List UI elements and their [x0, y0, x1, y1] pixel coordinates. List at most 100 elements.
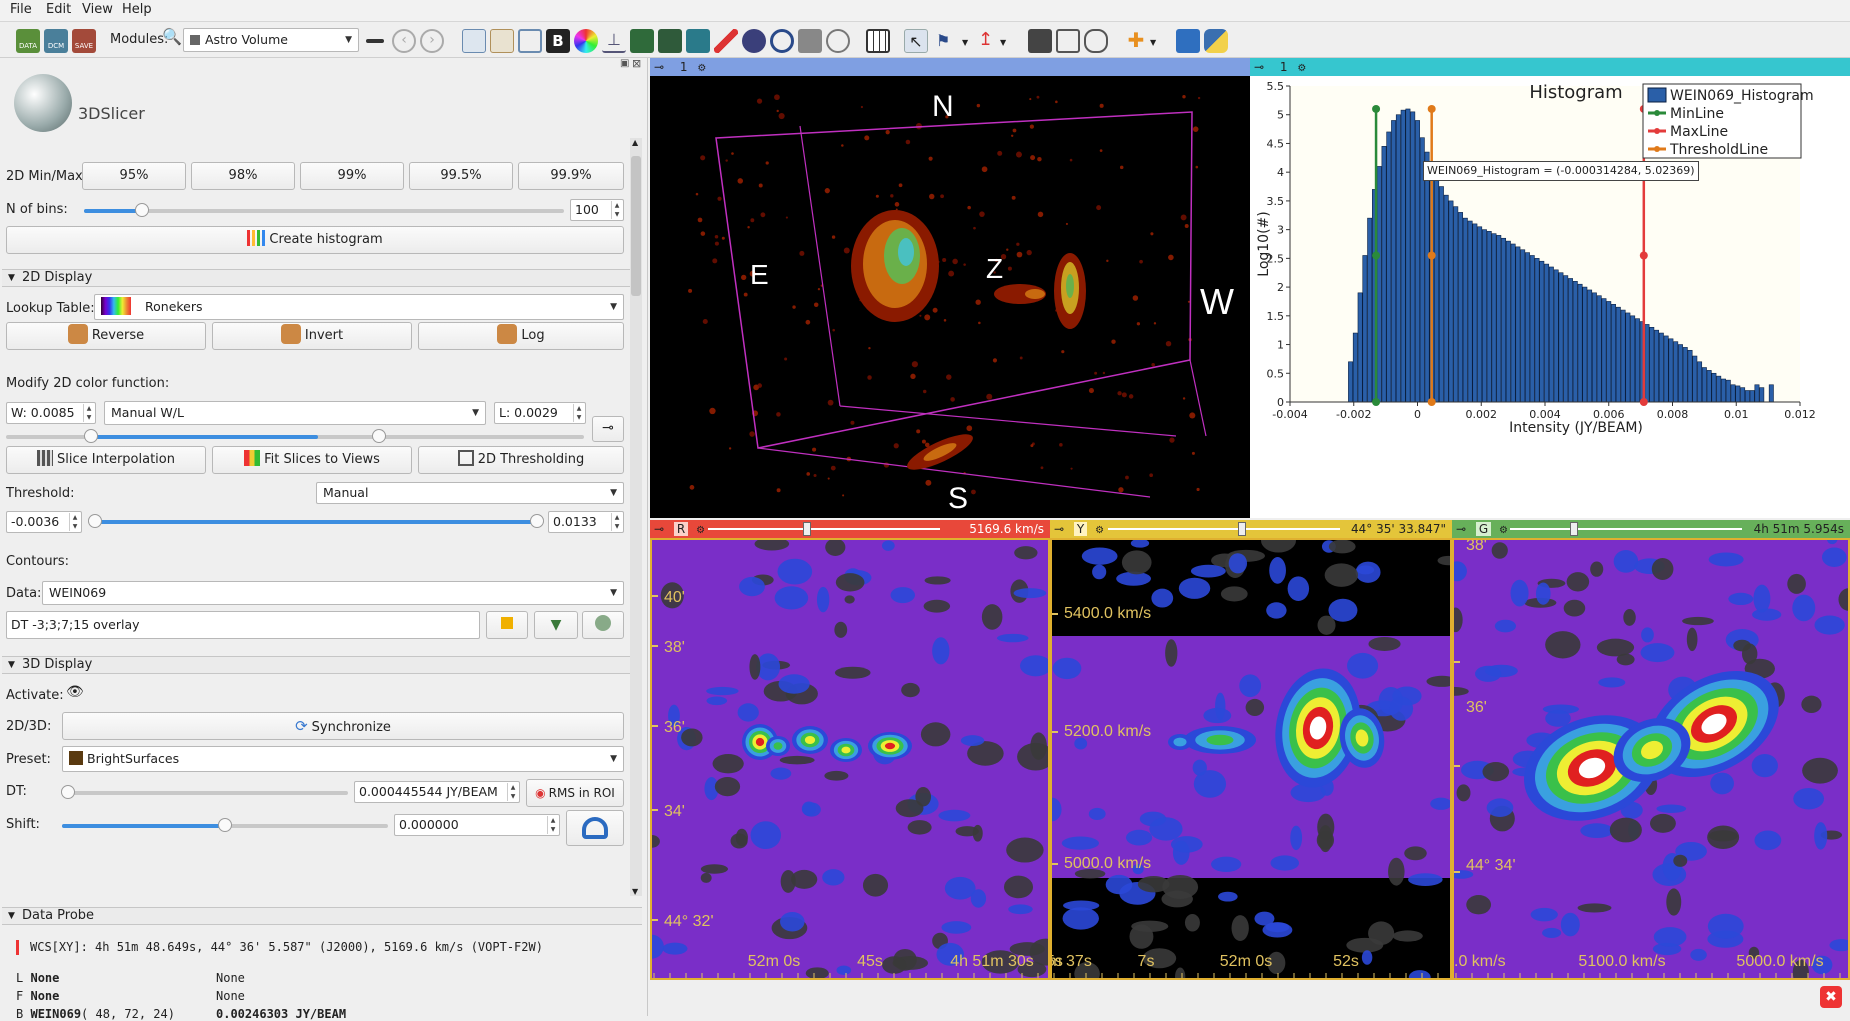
- chart-tab[interactable]: 1: [1280, 60, 1288, 74]
- plot-module-icon[interactable]: ⊥: [602, 29, 626, 53]
- contour-color-button[interactable]: [486, 611, 528, 639]
- slice-yellow-slider[interactable]: [1108, 522, 1340, 536]
- lens-icon[interactable]: [826, 29, 850, 53]
- layout-icon[interactable]: [866, 29, 890, 53]
- view-3d[interactable]: ⊸ 1 ⚙ N S E W Z: [650, 58, 1250, 518]
- module-selector[interactable]: Astro Volume ▼: [183, 28, 359, 52]
- contour-apply-button[interactable]: ▼: [534, 611, 578, 639]
- slice-yellow-image[interactable]: 5400.0 km/s 5200.0 km/s 5000.0 km/s 7s 52m 0…: [1050, 538, 1452, 980]
- threshold-mode-selector[interactable]: Manual ▼: [316, 482, 624, 504]
- camera-icon[interactable]: [1056, 29, 1080, 53]
- slice-red-image[interactable]: 40' 38' 36' 34' 44° 32' 52m 0s 45s 4h 51m 30s: [650, 538, 1050, 980]
- minmax-995-button[interactable]: 99.5%: [409, 162, 513, 190]
- load-data-button[interactable]: DATA: [16, 29, 40, 53]
- menu-file[interactable]: File: [10, 2, 32, 17]
- threshold-range-slider[interactable]: [88, 514, 544, 528]
- minmax-95-button[interactable]: 95%: [82, 162, 186, 190]
- view-options-icon[interactable]: ⚙: [1297, 63, 1306, 74]
- slice-interpolation-button[interactable]: Slice Interpolation: [6, 446, 206, 474]
- pin-icon[interactable]: ⊸: [1254, 60, 1264, 74]
- histogram-chart[interactable]: -0.004 -0.002 0 0.002 0.004 0.006 0.008 0.01 0.0…: [1250, 76, 1850, 518]
- crosshair-place-icon[interactable]: ⚑: [936, 29, 960, 53]
- slice-view-red[interactable]: ⊸ R ⚙ 5169.6 km/s 40' 38' 36' 34' 44° 32' 52m…: [650, 520, 1050, 980]
- markup-arrow-icon[interactable]: ↥: [978, 29, 1002, 53]
- section-data-probe[interactable]: ▼ Data Probe: [2, 907, 642, 925]
- threshold-max-spinbox[interactable]: 0.0133 ▲ ▼: [548, 511, 624, 533]
- contour-levels-field[interactable]: DT -3;3;7;15 overlay: [6, 611, 480, 639]
- dt-spinbox[interactable]: 0.000445544 JY/BEAM ▲ ▼: [354, 781, 520, 803]
- b-module-icon[interactable]: B: [546, 29, 570, 53]
- view-options-icon[interactable]: ⚙: [1095, 525, 1104, 536]
- synchronize-button[interactable]: ⟳ Synchronize: [62, 712, 624, 740]
- pin-icon[interactable]: ⊸: [654, 60, 664, 74]
- menu-view[interactable]: View: [82, 2, 113, 17]
- wl-mode-selector[interactable]: Manual W/L ▼: [104, 401, 486, 425]
- scroll-up-icon[interactable]: ▲: [632, 138, 638, 147]
- bins-slider[interactable]: [84, 203, 564, 217]
- pointer-icon[interactable]: ↖: [904, 29, 928, 53]
- module-history-icon[interactable]: [366, 39, 384, 43]
- cube-module-icon-2[interactable]: [658, 29, 682, 53]
- python-console-icon[interactable]: [1204, 29, 1228, 53]
- chart-view[interactable]: ⊸ 1 ⚙ -0.004 -0.002 0 0.002 0.004 0.006 0.008 0…: [1250, 58, 1850, 518]
- screenshot-icon[interactable]: [1028, 29, 1052, 53]
- threshold-min-spinbox[interactable]: -0.0036 ▲ ▼: [6, 511, 82, 533]
- dt-slider-handle[interactable]: [60, 785, 75, 799]
- menu-edit[interactable]: Edit: [46, 2, 71, 17]
- search-icon[interactable]: 🔍: [162, 27, 182, 46]
- reverse-button[interactable]: Reverse: [6, 322, 206, 350]
- shift-slider-handle[interactable]: [218, 818, 232, 832]
- data-module-icon[interactable]: [462, 29, 486, 53]
- crosshair-icon[interactable]: ✚: [1124, 29, 1148, 53]
- 2d-thresholding-button[interactable]: 2D Thresholding: [418, 446, 624, 474]
- reset-shift-button[interactable]: [566, 810, 624, 846]
- slice-green-image[interactable]: 38' 36' 44° 34' 5200.0 km/s 5100.0 km/s 5000.…: [1452, 538, 1850, 980]
- dt-slider[interactable]: [60, 785, 348, 799]
- minmax-999-button[interactable]: 99.9%: [518, 162, 624, 190]
- slice-red-slider[interactable]: [708, 522, 940, 536]
- fit-slices-button[interactable]: Fit Slices to Views: [212, 446, 412, 474]
- slice-red-handle[interactable]: [803, 522, 812, 536]
- chevron-down-icon[interactable]: ▼: [1000, 38, 1006, 47]
- create-histogram-button[interactable]: Create histogram: [6, 226, 624, 254]
- pin-icon[interactable]: ⊸: [1054, 522, 1064, 536]
- eye-icon[interactable]: 👁: [66, 684, 84, 700]
- extension-manager-icon[interactable]: [1176, 29, 1200, 53]
- cube-module-icon-1[interactable]: [630, 29, 654, 53]
- contour-clear-button[interactable]: [582, 611, 624, 639]
- invert-button[interactable]: Invert: [212, 322, 412, 350]
- view-options-icon[interactable]: ⚙: [696, 525, 705, 536]
- scrollbar-thumb[interactable]: [631, 156, 641, 296]
- menu-help[interactable]: Help: [122, 2, 152, 17]
- slice-yellow-handle[interactable]: [1237, 522, 1246, 536]
- cube-module-icon-3[interactable]: [686, 29, 710, 53]
- crop-module-icon[interactable]: [518, 29, 542, 53]
- close-panel-icon[interactable]: ⊠: [632, 57, 641, 70]
- rms-in-roi-button[interactable]: ◉ RMS in ROI: [526, 779, 624, 807]
- bins-slider-handle[interactable]: [134, 203, 149, 217]
- magnifier-icon[interactable]: [770, 29, 794, 53]
- section-3d-display[interactable]: ▼ 3D Display: [2, 656, 630, 674]
- window-level-slider[interactable]: [6, 429, 584, 443]
- log-button[interactable]: Log: [418, 322, 624, 350]
- slice-view-green[interactable]: ⊸ G ⚙ 4h 51m 5.954s 38' 36' 44° 34' 5200.0 …: [1452, 520, 1850, 980]
- view-3d-tab[interactable]: 1: [680, 60, 688, 74]
- minmax-99-button[interactable]: 99%: [300, 162, 404, 190]
- preset-selector[interactable]: BrightSurfaces ▼: [62, 746, 624, 772]
- pin-icon[interactable]: ⊸: [654, 522, 664, 536]
- bins-spinbox[interactable]: 100 ▲ ▼: [570, 199, 624, 221]
- pin-icon[interactable]: ⊸: [1456, 522, 1466, 536]
- gear-icon[interactable]: [798, 29, 822, 53]
- scrollbar[interactable]: ▲ ▼: [630, 138, 642, 896]
- view-options-icon[interactable]: ⚙: [1499, 525, 1508, 536]
- minmax-98-button[interactable]: 98%: [191, 162, 295, 190]
- slice-view-yellow[interactable]: ⊸ Y ⚙ 44° 35' 33.847" 5400.0 km/s 5200.0 …: [1050, 520, 1452, 980]
- shift-spinbox[interactable]: 0.000000 ▲ ▼: [394, 814, 560, 836]
- threshold-max-handle[interactable]: [530, 514, 544, 528]
- chevron-down-icon[interactable]: ▼: [962, 38, 968, 47]
- save-button[interactable]: SAVE: [72, 29, 96, 53]
- slice-green-handle[interactable]: [1570, 522, 1579, 536]
- volumes-module-icon[interactable]: [490, 29, 514, 53]
- lut-selector[interactable]: Ronekers ▼: [94, 294, 624, 320]
- pin-button[interactable]: ⊸: [592, 416, 624, 442]
